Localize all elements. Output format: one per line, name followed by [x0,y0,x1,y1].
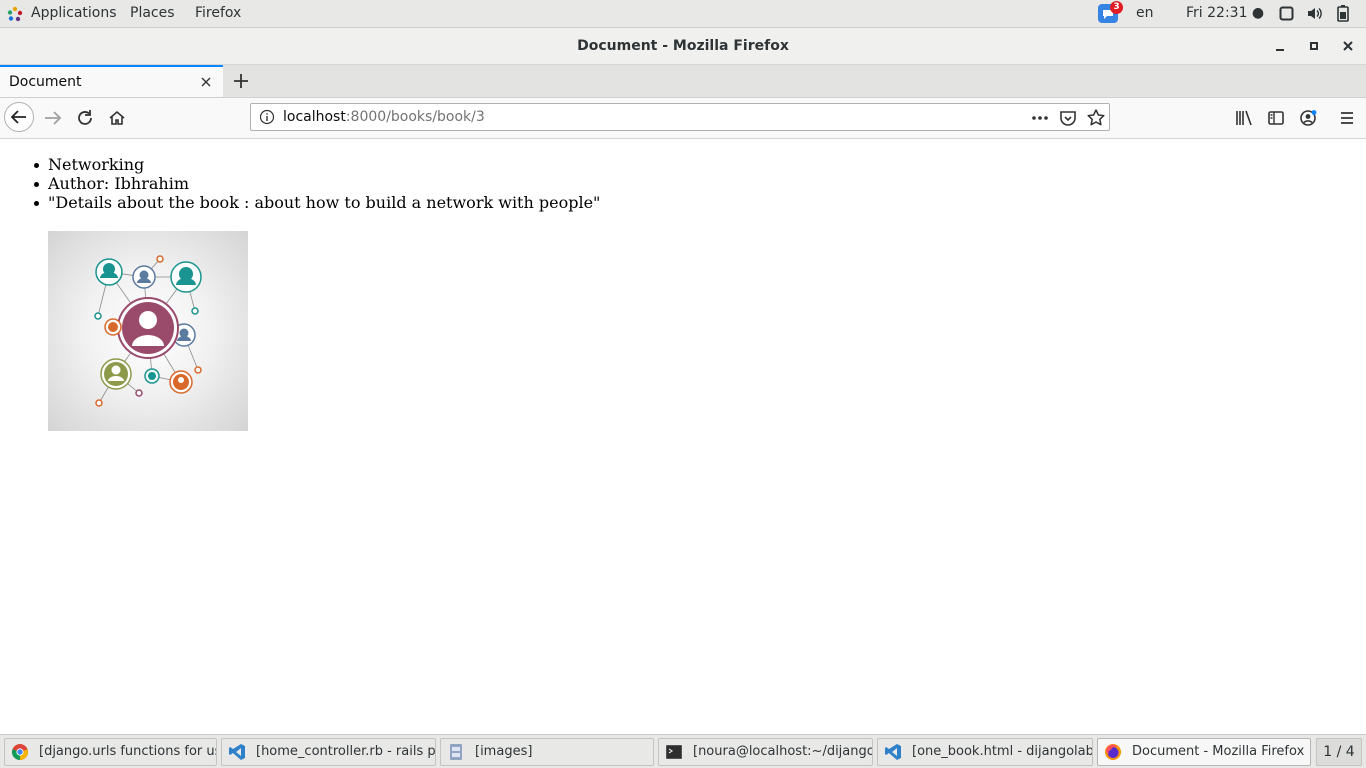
close-window-button[interactable] [1338,36,1358,56]
network-people-illustration [94,255,202,407]
taskbar-item-label: Document - Mozilla Firefox [1132,744,1305,759]
gnome-top-bar: Applications Places Firefox 3 en Fri 22:… [0,0,1366,28]
url-path: :8000/books/book/3 [345,109,485,125]
book-cover-image [48,231,248,431]
bookmark-star-icon[interactable] [1085,107,1107,129]
taskbar-item-label: [one_book.html - dijangolab... [912,744,1093,759]
sidebar-button[interactable] [1262,104,1290,132]
home-button[interactable] [103,104,131,132]
taskbar-item-vscode-django[interactable]: [one_book.html - dijangolab... [877,738,1093,766]
menu-button[interactable] [1333,104,1361,132]
notification-badge: 3 [1110,1,1123,14]
taskbar-item-terminal[interactable]: [noura@localhost:~/dijangol... [658,738,873,766]
clock[interactable]: Fri 22:31 ● [1186,0,1264,26]
applications-icon [7,6,23,22]
chrome-icon [12,744,28,760]
hamburger-menu-icon [1341,112,1353,124]
tab-strip: Document [0,65,1366,98]
book-author: Author: Ibhrahim [33,174,600,193]
taskbar-item-firefox[interactable]: Document - Mozilla Firefox [1097,738,1311,766]
places-menu[interactable]: Places [130,0,175,27]
taskbar-item-vscode-rails[interactable]: [home_controller.rb - rails p... [221,738,436,766]
navigation-toolbar: localhost:8000/books/book/3 [0,98,1366,139]
taskbar-item-chrome[interactable]: [django.urls functions for us... [4,738,217,766]
url-text[interactable]: localhost:8000/books/book/3 [283,104,485,130]
library-button[interactable] [1230,104,1258,132]
url-host: localhost [283,109,346,125]
back-arrow-icon [10,110,26,124]
home-icon [109,110,125,125]
vscode-icon [229,744,245,760]
forward-arrow-icon [45,111,62,125]
window-list-taskbar: [django.urls functions for us... [home_c… [0,734,1366,768]
taskbar-item-label: [noura@localhost:~/dijangol... [693,744,873,759]
workspace-indicator[interactable]: 1 / 4 [1316,738,1362,766]
close-icon [1343,41,1353,51]
window-title: Document - Mozilla Firefox [577,38,789,54]
tab-document[interactable]: Document [0,65,223,97]
language-indicator[interactable]: en [1136,0,1154,27]
sidebar-icon [1268,111,1284,125]
minimize-icon [1276,49,1284,51]
account-icon [1300,110,1317,126]
volume-icon[interactable] [1306,5,1323,22]
terminal-icon [666,745,682,759]
file-cabinet-icon [450,744,462,760]
reload-button[interactable] [71,104,99,132]
maximize-button[interactable] [1304,36,1324,56]
book-title: Networking [33,155,600,174]
vscode-icon [885,744,901,760]
plus-icon [234,74,248,88]
site-info-icon[interactable] [259,109,275,125]
taskbar-item-images-folder[interactable]: [images] [440,738,654,766]
firefox-app-menu[interactable]: Firefox [195,0,241,27]
applications-menu[interactable]: Applications [31,0,117,27]
battery-icon[interactable] [1336,4,1350,23]
taskbar-item-label: [django.urls functions for us... [39,744,217,759]
taskbar-item-label: [images] [475,744,533,759]
book-description: "Details about the book : about how to b… [33,193,601,212]
firefox-icon [1105,744,1121,760]
new-tab-button[interactable] [229,69,253,93]
minimize-button[interactable] [1270,36,1290,56]
library-icon [1236,110,1252,126]
book-details-list: Networking Author: Ibhrahim "Details abo… [33,155,601,212]
reload-icon [78,110,92,125]
close-icon [201,77,211,87]
back-button[interactable] [4,102,34,132]
close-tab-button[interactable] [197,73,215,91]
window-title-bar[interactable]: Document - Mozilla Firefox [0,28,1366,65]
page-actions-icon[interactable] [1029,107,1051,129]
pocket-icon[interactable] [1057,107,1079,129]
maximize-icon [1310,42,1318,50]
account-button[interactable] [1294,104,1322,132]
forward-button[interactable] [39,104,67,132]
notification-icon[interactable]: 3 [1098,1,1123,23]
page-content: Networking Author: Ibhrahim "Details abo… [0,139,1366,734]
screen-icon[interactable] [1279,6,1294,21]
url-bar[interactable]: localhost:8000/books/book/3 [250,103,1110,131]
tab-label: Document [9,74,82,90]
taskbar-item-label: [home_controller.rb - rails p... [256,744,436,759]
